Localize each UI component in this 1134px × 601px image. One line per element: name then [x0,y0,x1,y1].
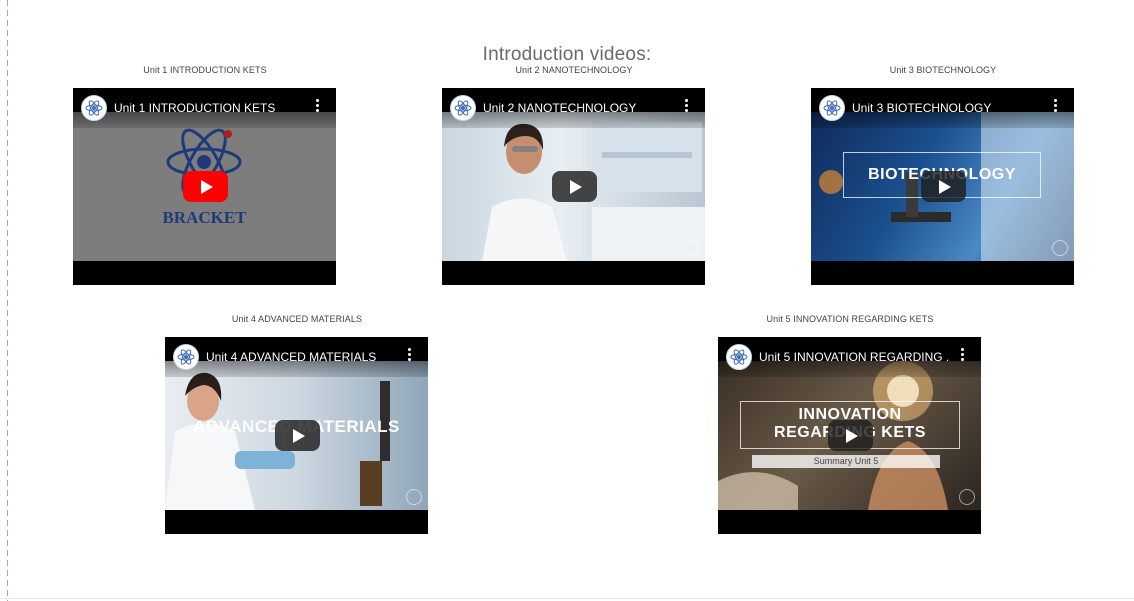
video-title-link[interactable]: Unit 3 BIOTECHNOLOGY [852,101,1042,115]
thumbnail-subtitle: Summary Unit 5 [752,455,940,468]
channel-atom-logo-icon [823,100,841,116]
play-button[interactable] [183,171,228,202]
video-player-unit-1[interactable]: BRACKET Unit 1 INTRODUCTION KETS [73,88,336,285]
play-button[interactable] [275,420,320,451]
channel-watermark-icon[interactable] [959,489,975,505]
more-vert-icon[interactable] [961,348,965,364]
channel-watermark-icon[interactable] [1052,240,1068,256]
channel-watermark-icon[interactable] [406,489,422,505]
video-title-link[interactable]: Unit 4 ADVANCED MATERIALS [206,350,396,364]
channel-avatar[interactable] [819,95,845,121]
play-button[interactable] [552,171,597,202]
channel-avatar[interactable] [81,95,107,121]
more-vert-icon[interactable] [1054,99,1058,115]
channel-atom-logo-icon [454,100,472,116]
channel-avatar[interactable] [450,95,476,121]
channel-avatar[interactable] [173,344,199,370]
more-vert-icon[interactable] [685,99,689,115]
video-player-unit-4[interactable]: ADVANCED MATERIALS Unit 4 ADVANCED MATER… [165,337,428,534]
video-title-link[interactable]: Unit 2 NANOTECHNOLOGY [483,101,673,115]
bottom-border-rule [0,598,1134,599]
channel-watermark-icon[interactable] [683,240,699,256]
channel-atom-logo-icon [177,349,195,365]
bracket-logo-text: BRACKET [162,208,247,227]
section-heading: Introduction videos: [482,43,652,65]
video-player-unit-5[interactable]: INNOVATION REGARDING KETS Summary Unit 5… [718,337,981,534]
video-title-link[interactable]: Unit 1 INTRODUCTION KETS [114,101,304,115]
video-caption-unit-5: Unit 5 INNOVATION REGARDING KETS [766,314,934,324]
video-player-unit-3[interactable]: BIOTECHNOLOGY Unit 3 BIOTECHNOLOGY [811,88,1074,285]
video-caption-unit-1: Unit 1 INTRODUCTION KETS [143,65,267,75]
video-title-link[interactable]: Unit 5 INNOVATION REGARDING ... [759,350,949,364]
channel-atom-logo-icon [85,100,103,116]
video-caption-unit-3: Unit 3 BIOTECHNOLOGY [889,65,997,75]
channel-avatar[interactable] [726,344,752,370]
left-border-rule [7,0,8,601]
channel-atom-logo-icon [730,349,748,365]
more-vert-icon[interactable] [316,99,320,115]
video-caption-unit-2: Unit 2 NANOTECHNOLOGY [515,65,633,75]
play-button[interactable] [921,171,966,202]
video-player-unit-2[interactable]: Unit 2 NANOTECHNOLOGY [442,88,705,285]
video-caption-unit-4: Unit 4 ADVANCED MATERIALS [231,314,363,324]
more-vert-icon[interactable] [408,348,412,364]
play-button[interactable] [828,420,873,451]
